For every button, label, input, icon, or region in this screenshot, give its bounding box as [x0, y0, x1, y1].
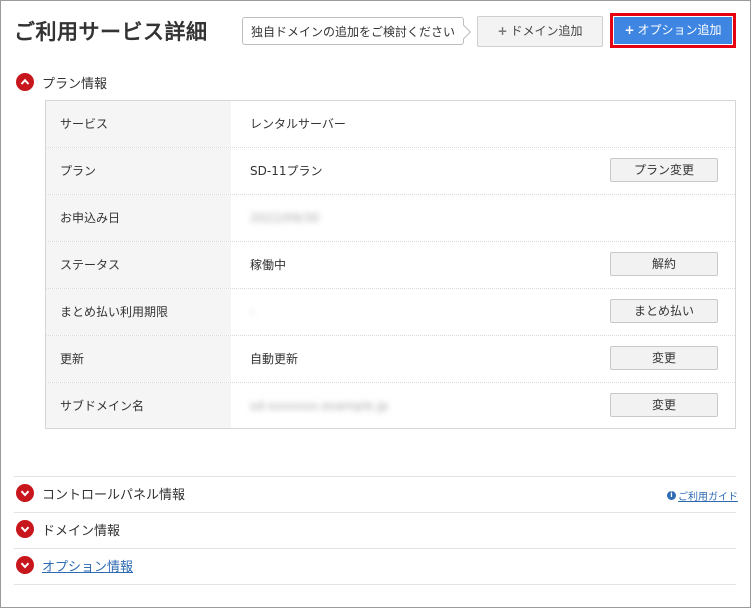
chevron-down-icon[interactable] [16, 484, 34, 502]
user-guide-label: ご利用ガイド [678, 492, 738, 503]
row-label: ステータス [60, 258, 121, 272]
add-domain-label: ドメイン追加 [510, 24, 583, 38]
row-label: プラン [60, 164, 97, 178]
row-value: 稼働中 [250, 258, 287, 272]
bulk-payment-button[interactable]: まとめ払い [610, 299, 718, 323]
row-label: まとめ払い利用期限 [60, 305, 169, 319]
section-control-panel-info[interactable]: コントロールパネル情報 [42, 484, 185, 503]
section-plan-info[interactable]: プラン情報 [42, 73, 107, 92]
row-value: - [250, 305, 255, 319]
table-row: 更新 自動更新 変更 [46, 336, 735, 383]
row-label: お申込み日 [60, 211, 121, 225]
row-value: 2022/09/30 [250, 211, 320, 225]
plus-icon: + [497, 24, 508, 38]
divider [14, 512, 736, 513]
chevron-down-icon[interactable] [16, 556, 34, 574]
row-label: サブドメイン名 [60, 399, 145, 413]
row-label: サービス [60, 117, 109, 131]
add-option-label: オプション追加 [637, 23, 722, 37]
change-plan-button[interactable]: プラン変更 [610, 158, 718, 182]
plan-info-table: サービス レンタルサーバー プラン SD-11プラン プラン変更 お申込み日 2… [45, 100, 736, 429]
divider [14, 584, 736, 585]
row-value: SD-11プラン [250, 164, 323, 178]
chevron-down-icon[interactable] [16, 520, 34, 538]
page-title: ご利用サービス詳細 [14, 20, 208, 44]
add-domain-button[interactable]: + ドメイン追加 [477, 16, 603, 47]
add-option-button[interactable]: + オプション追加 [614, 17, 732, 44]
table-row: サブドメイン名 sd-xxxxxxx.example.jp 変更 [46, 383, 735, 428]
change-subdomain-button[interactable]: 変更 [610, 393, 718, 417]
table-row: ステータス 稼働中 解約 [46, 242, 735, 289]
hint-tooltip: 独自ドメインの追加をご検討ください [242, 17, 464, 45]
chevron-up-icon[interactable] [16, 73, 34, 91]
divider [14, 548, 736, 549]
user-guide-link[interactable]: i ご利用ガイド [667, 488, 738, 503]
section-domain-info[interactable]: ドメイン情報 [42, 520, 120, 539]
table-row: サービス レンタルサーバー [46, 101, 735, 148]
plus-icon: + [624, 23, 635, 37]
table-row: お申込み日 2022/09/30 [46, 195, 735, 242]
section-option-info[interactable]: オプション情報 [42, 556, 133, 575]
info-icon: i [667, 491, 676, 500]
change-renewal-button[interactable]: 変更 [610, 346, 718, 370]
table-row: プラン SD-11プラン プラン変更 [46, 148, 735, 195]
row-label: 更新 [60, 352, 85, 366]
divider [14, 476, 736, 477]
cancel-contract-button[interactable]: 解約 [610, 252, 718, 276]
highlight-frame: + オプション追加 [610, 13, 736, 48]
row-value: レンタルサーバー [250, 117, 346, 131]
row-value: sd-xxxxxxx.example.jp [250, 399, 389, 413]
row-value: 自動更新 [250, 352, 299, 366]
table-row: まとめ払い利用期限 - まとめ払い [46, 289, 735, 336]
